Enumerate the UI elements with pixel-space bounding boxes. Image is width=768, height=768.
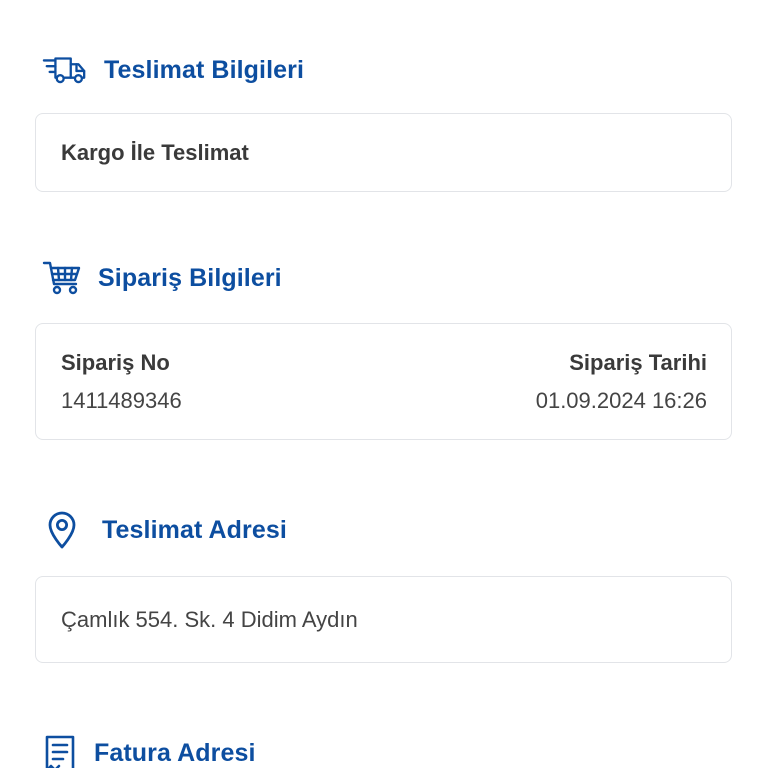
delivery-address-value: Çamlık 554. Sk. 4 Didim Aydın — [61, 607, 358, 632]
delivery-address-card: Çamlık 554. Sk. 4 Didim Aydın — [35, 576, 732, 663]
order-number-label: Sipariş No — [61, 350, 170, 375]
delivery-method-card: Kargo İle Teslimat — [35, 113, 732, 192]
order-info-card: Sipariş No 1411489346 Sipariş Tarihi 01.… — [35, 323, 732, 440]
order-number-group: Sipariş No 1411489346 — [61, 348, 182, 416]
receipt-icon — [42, 733, 78, 768]
invoice-address-header: Fatura Adresi — [42, 733, 256, 768]
delivery-address-header: Teslimat Adresi — [42, 510, 287, 550]
order-number-value: 1411489346 — [61, 388, 182, 413]
delivery-info-title: Teslimat Bilgileri — [104, 55, 305, 84]
order-info-header: Sipariş Bilgileri — [42, 258, 282, 298]
order-date-value: 01.09.2024 16:26 — [535, 388, 707, 413]
location-pin-icon — [42, 510, 82, 550]
shopping-cart-icon — [42, 258, 82, 298]
order-detail-page: Teslimat Bilgileri Kargo İle Teslimat Si… — [0, 0, 768, 768]
order-info-title: Sipariş Bilgileri — [98, 263, 282, 292]
order-date-group: Sipariş Tarihi 01.09.2024 16:26 — [536, 348, 707, 416]
delivery-method-value: Kargo İle Teslimat — [61, 140, 249, 165]
order-date-label: Sipariş Tarihi — [569, 350, 707, 375]
delivery-address-title: Teslimat Adresi — [102, 515, 287, 544]
invoice-address-title: Fatura Adresi — [94, 738, 256, 767]
delivery-info-header: Teslimat Bilgileri — [42, 50, 304, 90]
delivery-truck-icon — [42, 50, 88, 90]
